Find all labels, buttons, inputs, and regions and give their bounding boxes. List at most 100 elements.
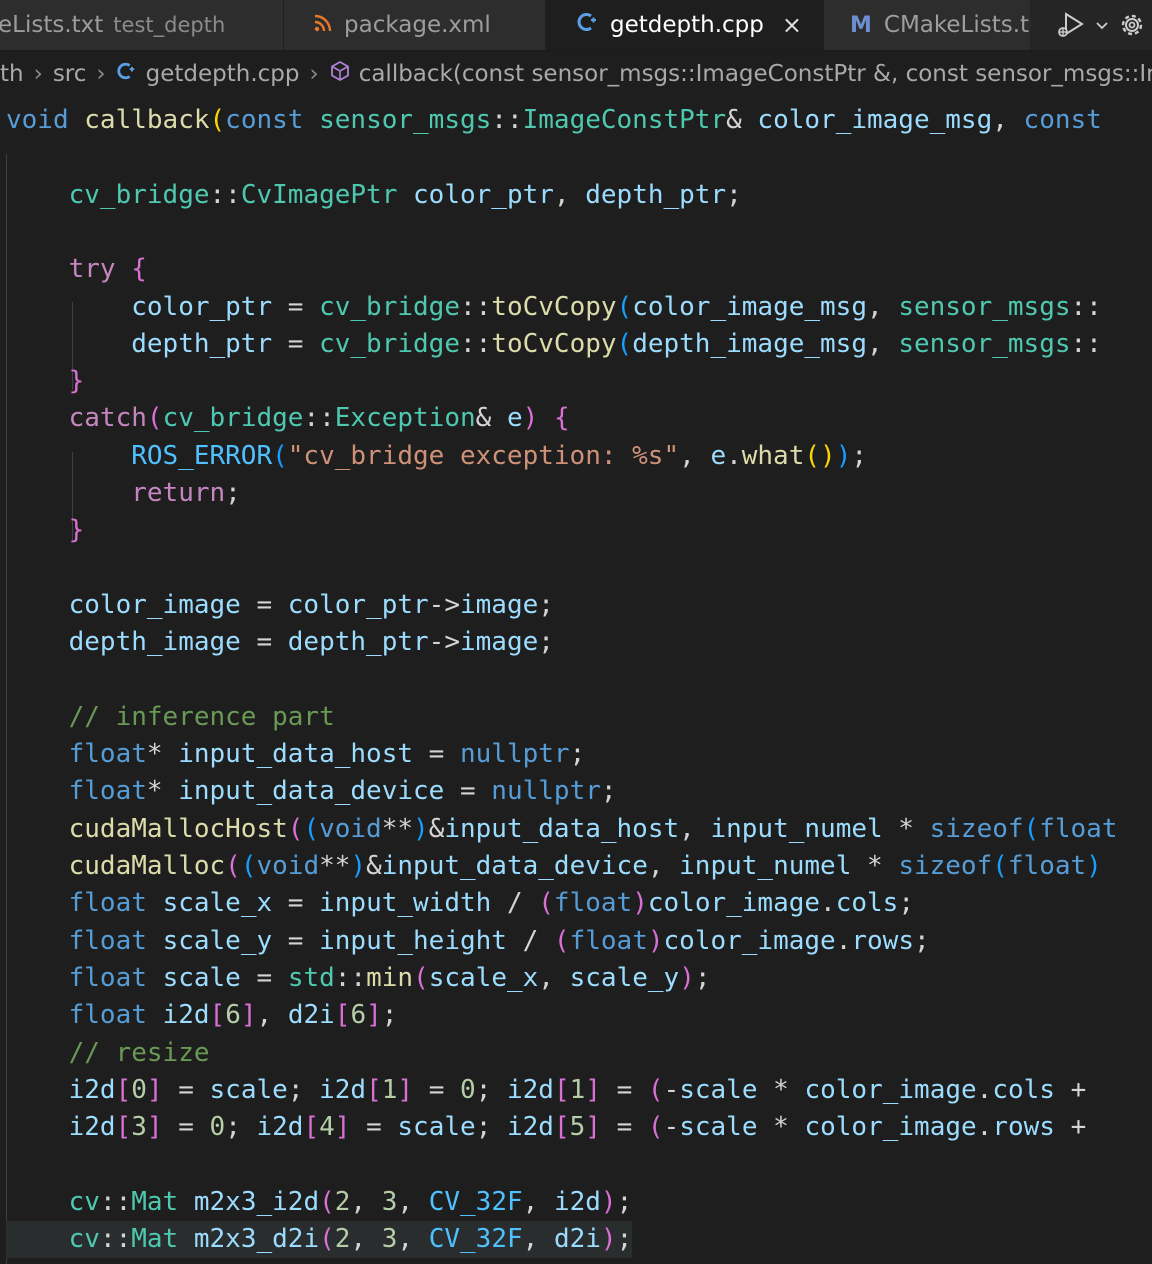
- code-token: color_image: [68, 589, 241, 620]
- code-token: *: [146, 776, 179, 807]
- code-token: ,: [679, 440, 711, 471]
- breadcrumb-item-symbol[interactable]: callback(const sensor_msgs::ImageConstPt…: [329, 60, 1152, 88]
- code-token: const: [225, 105, 304, 135]
- code-token: CV_32F: [428, 1186, 523, 1217]
- code-token: .: [835, 925, 852, 956]
- code-token: -: [663, 1112, 680, 1143]
- code-line[interactable]: void callback(const sensor_msgs::ImageCo…: [6, 102, 1102, 139]
- tab-label: getdepth.cpp: [610, 12, 764, 38]
- tab-label: package.xml: [344, 12, 491, 38]
- breadcrumb: th › src › getdepth.cpp › callback(const…: [0, 52, 1152, 96]
- code-token: (: [272, 440, 288, 471]
- code-line[interactable]: depth_ptr = cv_bridge::toCvCopy(depth_im…: [6, 326, 1102, 363]
- code-token: input_data_host: [444, 813, 680, 844]
- chevron-down-icon[interactable]: [1094, 17, 1110, 33]
- code-line[interactable]: cudaMallocHost((void**)&input_data_host,…: [6, 811, 1118, 848]
- code-token: }: [68, 515, 85, 546]
- code-token: color_image_msg: [757, 105, 993, 135]
- code-token: 0: [131, 1074, 147, 1105]
- gear-icon[interactable]: [1116, 9, 1148, 41]
- code-line[interactable]: float* input_data_host = nullptr;: [6, 736, 586, 773]
- tab-cmakelists-test-depth[interactable]: eLists.txt test_depth: [0, 0, 284, 50]
- code-line[interactable]: float* input_data_device = nullptr;: [6, 773, 617, 810]
- code-line[interactable]: depth_image = depth_ptr->image;: [6, 624, 554, 661]
- code-line[interactable]: float scale = std::min(scale_x, scale_y)…: [6, 960, 711, 997]
- breadcrumb-item-folder[interactable]: th: [0, 61, 24, 87]
- code-token: [: [115, 1074, 132, 1105]
- code-line[interactable]: float scale_x = input_width / (float)col…: [6, 885, 914, 922]
- code-token: CvImagePtr: [240, 179, 398, 210]
- code-token: what: [741, 440, 805, 471]
- code-line[interactable]: cv::Mat m2x3_d2i(2, 3, CV_32F, d2i);: [6, 1221, 633, 1258]
- code-token: 4: [319, 1112, 335, 1143]
- code-line[interactable]: }: [6, 363, 85, 400]
- code-token: sensor_msgs: [898, 291, 1071, 322]
- code-line[interactable]: // resize: [6, 1035, 210, 1072]
- code-line[interactable]: cv_bridge::CvImagePtr color_ptr, depth_p…: [6, 177, 742, 214]
- code-token: ,: [397, 1224, 429, 1254]
- code-line[interactable]: // inference part: [6, 699, 335, 736]
- code-line[interactable]: cudaMalloc((void**)&input_data_device, i…: [6, 848, 1102, 885]
- code-token: m2x3_d2i: [193, 1224, 320, 1254]
- tab-cmakelists[interactable]: M CMakeLists.t: [824, 0, 1044, 50]
- code-token: cv: [68, 1186, 100, 1217]
- code-token: ]: [366, 1000, 382, 1031]
- code-token: ): [632, 888, 648, 919]
- code-token: 6: [350, 1000, 367, 1031]
- code-line[interactable]: color_ptr = cv_bridge::toCvCopy(color_im…: [6, 289, 1102, 326]
- code-line[interactable]: float i2d[6], d2i[6];: [6, 997, 398, 1034]
- code-line[interactable]: return;: [6, 475, 241, 512]
- tab-getdepth-cpp[interactable]: getdepth.cpp ×: [546, 0, 824, 50]
- code-token: ;: [569, 739, 586, 770]
- tab-package-xml[interactable]: package.xml: [284, 0, 546, 50]
- tab-subtitle: test_depth: [113, 13, 226, 37]
- breadcrumb-item-file[interactable]: getdepth.cpp: [116, 61, 300, 87]
- code-token: float: [553, 888, 633, 919]
- code-line[interactable]: try {: [6, 251, 147, 288]
- code-token: cv_bridge: [319, 291, 460, 322]
- code-token: ,: [992, 105, 1024, 135]
- breadcrumb-label: getdepth.cpp: [145, 61, 300, 87]
- code-token: depth_image_msg: [632, 328, 867, 359]
- code-token: ::: [334, 962, 367, 993]
- code-editor[interactable]: void callback(const sensor_msgs::ImageCo…: [0, 102, 1152, 1264]
- code-line[interactable]: ROS_ERROR("cv_bridge exception: %s", e.w…: [6, 438, 867, 475]
- code-token: m2x3_i2d: [193, 1186, 320, 1217]
- code-token: i2d: [68, 1112, 116, 1143]
- code-line[interactable]: catch(cv_bridge::Exception& e) {: [6, 400, 570, 437]
- code-token: ::: [1070, 291, 1102, 322]
- code-line[interactable]: }: [6, 512, 85, 549]
- code-token: scale: [679, 1074, 758, 1105]
- code-token: ]: [146, 1074, 163, 1105]
- code-line[interactable]: color_image = color_ptr->image;: [6, 587, 554, 624]
- code-token: i2d: [68, 1074, 116, 1105]
- code-line[interactable]: i2d[0] = scale; i2d[1] = 0; i2d[1] = (-s…: [6, 1072, 1087, 1109]
- code-token: ;: [616, 1186, 633, 1217]
- code-token: ;: [538, 589, 554, 620]
- code-token: ): [647, 925, 664, 956]
- code-token: ::: [99, 1186, 132, 1217]
- close-icon[interactable]: ×: [782, 11, 802, 39]
- code-token: cv_bridge: [319, 328, 460, 359]
- code-token: ;: [475, 1074, 507, 1105]
- breadcrumb-item-src[interactable]: src: [53, 61, 87, 87]
- run-debug-icon[interactable]: [1054, 8, 1088, 42]
- code-line[interactable]: i2d[3] = 0; i2d[4] = scale; i2d[5] = (-s…: [6, 1109, 1087, 1146]
- code-token: cudaMallocHost: [68, 813, 288, 844]
- code-line[interactable]: cv::Mat m2x3_i2d(2, 3, CV_32F, i2d);: [6, 1184, 633, 1221]
- code-token: image: [459, 589, 539, 620]
- code-token: ]: [397, 1074, 414, 1105]
- code-token: ->: [428, 627, 460, 658]
- code-token: Exception: [334, 403, 476, 434]
- chevron-right-icon: ›: [309, 61, 319, 87]
- code-token: *: [757, 1112, 805, 1143]
- code-line[interactable]: float scale_y = input_height / (float)co…: [6, 923, 930, 960]
- code-token: =: [272, 328, 320, 359]
- code-token: i2d: [319, 1074, 367, 1105]
